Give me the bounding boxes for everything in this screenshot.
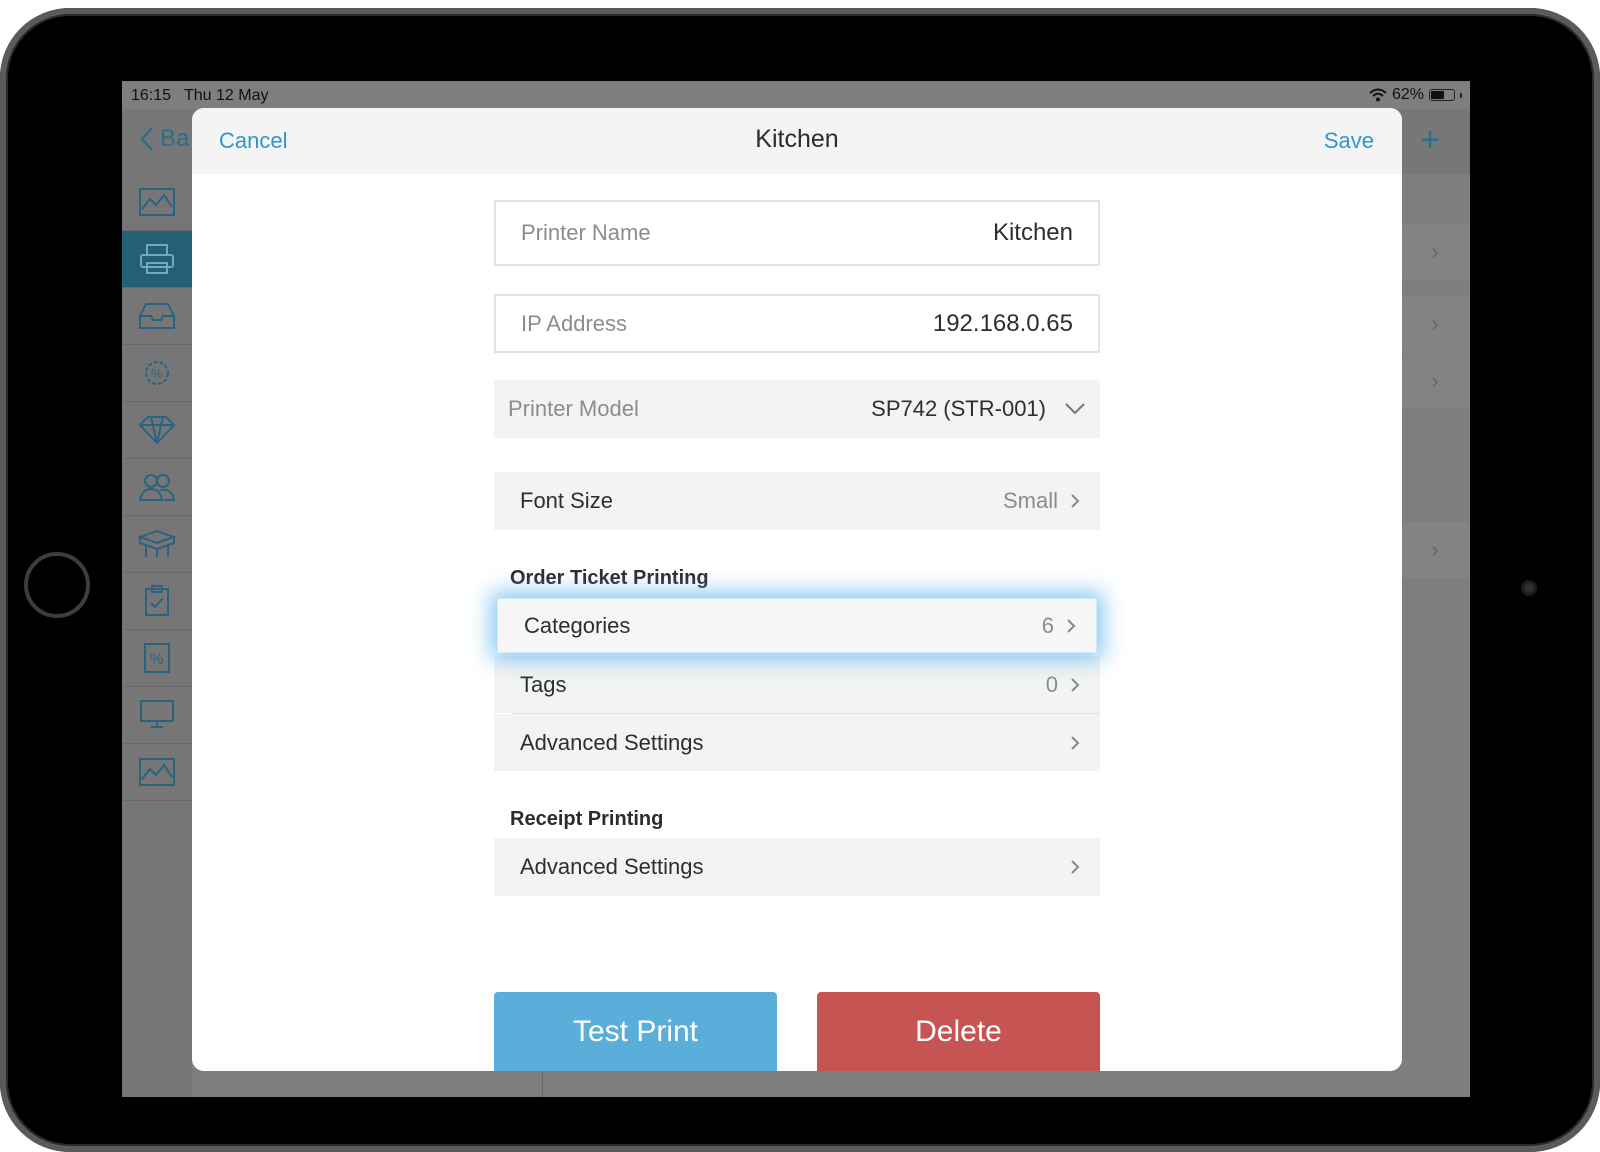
tags-row[interactable]: Tags 0 — [494, 656, 1100, 713]
home-button[interactable] — [24, 552, 90, 618]
status-date: Thu 12 May — [184, 87, 269, 104]
font-size-label: Font Size — [520, 488, 613, 513]
receipt-advanced-settings-label: Advanced Settings — [520, 854, 704, 879]
tray-icon — [139, 303, 175, 329]
status-time: 16:15 — [131, 87, 172, 104]
ip-address-label: IP Address — [521, 310, 627, 336]
background-list-row[interactable]: › — [1400, 296, 1470, 352]
chevron-right-icon — [1067, 618, 1076, 633]
sidebar-item-floorplan[interactable] — [122, 174, 192, 231]
background-list-row[interactable]: › — [1400, 224, 1470, 280]
camera-icon — [1521, 580, 1537, 596]
divider — [542, 1071, 543, 1097]
table-icon — [138, 529, 176, 557]
sidebar-item-discounts[interactable]: % — [122, 630, 192, 687]
background-back-label: Ba — [160, 125, 190, 152]
battery-icon — [1429, 89, 1455, 101]
percent-icon: % — [144, 643, 170, 673]
background-list-row[interactable]: › — [1400, 353, 1470, 409]
categories-row[interactable]: Categories 6 — [497, 598, 1097, 653]
order-advanced-settings-label: Advanced Settings — [520, 729, 704, 755]
floorplan-icon — [139, 188, 175, 216]
background-sidebar: % % — [122, 174, 192, 1097]
background-back-button[interactable]: Ba — [140, 125, 189, 153]
sidebar-item-display[interactable] — [122, 687, 192, 744]
battery-nub — [1460, 92, 1462, 98]
diamond-icon — [138, 416, 176, 445]
printer-name-label: Printer Name — [521, 220, 651, 245]
chevron-right-icon: › — [1431, 368, 1439, 393]
status-right: 62% — [1369, 86, 1462, 104]
chevron-right-icon — [1071, 735, 1080, 750]
gear-percent-icon: % — [145, 361, 169, 385]
sidebar-item-tax[interactable]: % — [122, 345, 192, 402]
svg-text:%: % — [150, 651, 163, 668]
sidebar-item-loyalty[interactable] — [122, 402, 192, 459]
receipt-advanced-settings-row[interactable]: Advanced Settings — [494, 838, 1100, 896]
printer-model-select[interactable]: Printer Model SP742 (STR-001) — [494, 380, 1100, 438]
chevron-right-icon — [1071, 677, 1080, 692]
wifi-icon — [1369, 88, 1387, 102]
printer-name-field[interactable]: Printer Name Kitchen — [494, 200, 1100, 266]
delete-button[interactable]: Delete — [817, 992, 1100, 1071]
status-bar: 16:15 Thu 12 May 62% — [122, 81, 1470, 109]
monitor-icon — [140, 700, 174, 728]
chevron-down-icon — [1065, 403, 1085, 415]
sidebar-item-inbox[interactable] — [122, 288, 192, 345]
chevron-left-icon — [140, 127, 153, 151]
categories-label: Categories — [524, 612, 631, 638]
clipboard-check-icon — [145, 585, 169, 616]
font-size-value: Small — [1002, 488, 1058, 513]
printer-settings-modal: Cancel Kitchen Save Printer Name Kitchen… — [192, 108, 1402, 1071]
chevron-right-icon — [1071, 860, 1080, 874]
test-print-button[interactable]: Test Print — [494, 992, 777, 1071]
tags-label: Tags — [520, 671, 567, 697]
ip-address-field[interactable]: IP Address 192.168.0.65 — [494, 294, 1100, 353]
modal-title: Kitchen — [755, 125, 839, 153]
order-ticket-section-title: Order Ticket Printing — [510, 567, 709, 589]
chevron-right-icon: › — [1431, 537, 1439, 562]
background-list-row[interactable]: › — [1400, 522, 1470, 578]
svg-text:%: % — [151, 366, 163, 381]
ip-address-value[interactable]: 192.168.0.65 — [933, 310, 1073, 338]
printer-model-label: Printer Model — [508, 396, 639, 421]
font-size-row[interactable]: Font Size Small — [494, 472, 1100, 530]
battery-fill — [1431, 91, 1444, 99]
printer-model-value: SP742 (STR-001) — [871, 396, 1046, 421]
categories-count: 6 — [1041, 612, 1054, 638]
chevron-right-icon: › — [1431, 239, 1439, 264]
sidebar-item-tables[interactable] — [122, 516, 192, 573]
sidebar-item-printers[interactable] — [122, 231, 192, 288]
sidebar-item-tasks[interactable] — [122, 573, 192, 630]
plus-icon[interactable]: + — [1420, 121, 1440, 160]
chevron-right-icon — [1071, 494, 1080, 508]
tags-count: 0 — [1045, 671, 1058, 697]
ipad-frame: 16:15 Thu 12 May 62% Ba + % % › › › › Ca… — [0, 8, 1600, 1152]
modal-header: Cancel Kitchen Save — [192, 108, 1402, 174]
save-button[interactable]: Save — [1324, 128, 1374, 154]
floorplan-icon — [139, 758, 175, 786]
sidebar-item-users[interactable] — [122, 459, 192, 516]
receipt-section-title: Receipt Printing — [510, 808, 664, 830]
chevron-right-icon: › — [1431, 311, 1439, 336]
printer-icon — [140, 244, 174, 274]
users-icon — [138, 474, 176, 501]
battery-percent: 62% — [1391, 86, 1424, 103]
sidebar-item-floorplan-2[interactable] — [122, 744, 192, 801]
order-advanced-settings-row[interactable]: Advanced Settings — [494, 714, 1100, 771]
printer-name-value[interactable]: Kitchen — [993, 219, 1073, 247]
